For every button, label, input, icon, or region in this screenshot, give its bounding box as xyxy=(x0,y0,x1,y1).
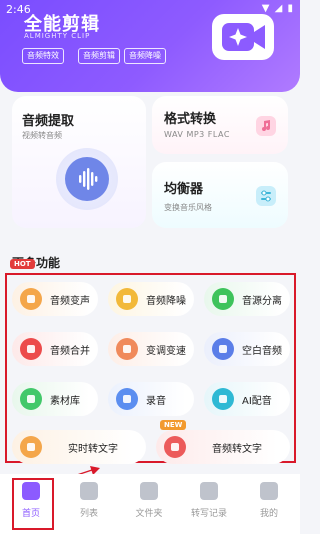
nav-item-4[interactable]: 我的 xyxy=(244,482,294,530)
feature-pill-0[interactable]: 音频变声 xyxy=(12,282,98,316)
feature-pill-4[interactable]: 变调变速 xyxy=(108,332,194,366)
library-icon xyxy=(20,388,42,410)
nav-label: 我的 xyxy=(259,509,278,519)
nav-item-3[interactable]: 转写记录 xyxy=(184,482,234,530)
card-desc: 视频转音频 xyxy=(22,131,62,140)
speed-icon xyxy=(116,338,138,360)
ai-voice-icon xyxy=(212,388,234,410)
microphone-icon xyxy=(20,288,42,310)
separate-icon xyxy=(212,288,234,310)
noise-reduce-icon xyxy=(116,288,138,310)
waveform-icon xyxy=(65,157,109,201)
highlight-frame-home xyxy=(12,478,54,530)
feature-label: 音源分离 xyxy=(242,295,282,307)
audio-text-icon xyxy=(164,436,186,458)
card-title: 均衡器 xyxy=(164,182,204,197)
card-format-convert[interactable]: 格式转换 WAV MP3 FLAC xyxy=(152,96,288,154)
card-equalizer[interactable]: 均衡器 变换音乐风格 xyxy=(152,162,288,228)
realtime-text-icon xyxy=(20,436,42,458)
tag-audio-edit[interactable]: 音频剪辑 xyxy=(78,48,120,64)
transcribe-icon xyxy=(200,482,218,500)
feature-pill-10[interactable]: 音频转文字 xyxy=(156,430,290,464)
feature-label: AI配音 xyxy=(242,395,272,407)
feature-label: 音频变声 xyxy=(50,295,90,307)
blank-audio-icon xyxy=(212,338,234,360)
merge-icon xyxy=(20,338,42,360)
hot-badge: HOT xyxy=(10,259,35,269)
tag-audio-denoise[interactable]: 音频降噪 xyxy=(124,48,166,64)
nav-item-2[interactable]: 文件夹 xyxy=(124,482,174,530)
feature-label: 实时转文字 xyxy=(68,443,118,455)
feature-pill-7[interactable]: 录音 xyxy=(108,382,194,416)
card-desc: WAV MP3 FLAC xyxy=(164,130,230,139)
profile-icon xyxy=(260,482,278,500)
nav-label: 转写记录 xyxy=(190,509,227,519)
nav-item-1[interactable]: 列表 xyxy=(64,482,114,530)
feature-pill-8[interactable]: AI配音 xyxy=(204,382,290,416)
feature-pill-5[interactable]: 空白音频 xyxy=(204,332,290,366)
feature-label: 音频合并 xyxy=(50,345,90,357)
camera-star-icon xyxy=(222,23,265,51)
card-audio-extract[interactable]: 音频提取 视频转音频 xyxy=(12,96,146,228)
status-icons: ▼ ◢ ▮ xyxy=(261,3,294,14)
app-subtitle: ALMIGHTY CLIP xyxy=(24,32,91,40)
feature-label: 空白音频 xyxy=(242,345,282,357)
list-icon xyxy=(80,482,98,500)
feature-pill-2[interactable]: 音源分离 xyxy=(204,282,290,316)
feature-label: 音频转文字 xyxy=(212,443,262,455)
waveform-button[interactable] xyxy=(56,148,118,210)
nav-label: 文件夹 xyxy=(135,509,163,519)
equalizer-icon xyxy=(256,186,276,206)
feature-pill-6[interactable]: 素材库 xyxy=(12,382,98,416)
card-desc: 变换音乐风格 xyxy=(164,203,212,212)
tag-audio-effects[interactable]: 音频特效 xyxy=(22,48,64,64)
nav-label: 列表 xyxy=(79,509,98,519)
feature-label: 音频降噪 xyxy=(146,295,186,307)
feature-pill-9[interactable]: 实时转文字 xyxy=(12,430,146,464)
card-title: 音频提取 xyxy=(22,114,75,129)
feature-label: 录音 xyxy=(146,395,166,407)
app-logo xyxy=(212,14,274,60)
feature-label: 变调变速 xyxy=(146,345,186,357)
feature-pill-3[interactable]: 音频合并 xyxy=(12,332,98,366)
record-icon xyxy=(116,388,138,410)
music-note-icon xyxy=(256,116,276,136)
feature-label: 素材库 xyxy=(50,395,80,407)
card-title: 格式转换 xyxy=(164,112,217,127)
feature-pill-1[interactable]: 音频降噪 xyxy=(108,282,194,316)
folder-icon xyxy=(140,482,158,500)
new-badge: NEW xyxy=(160,420,187,430)
